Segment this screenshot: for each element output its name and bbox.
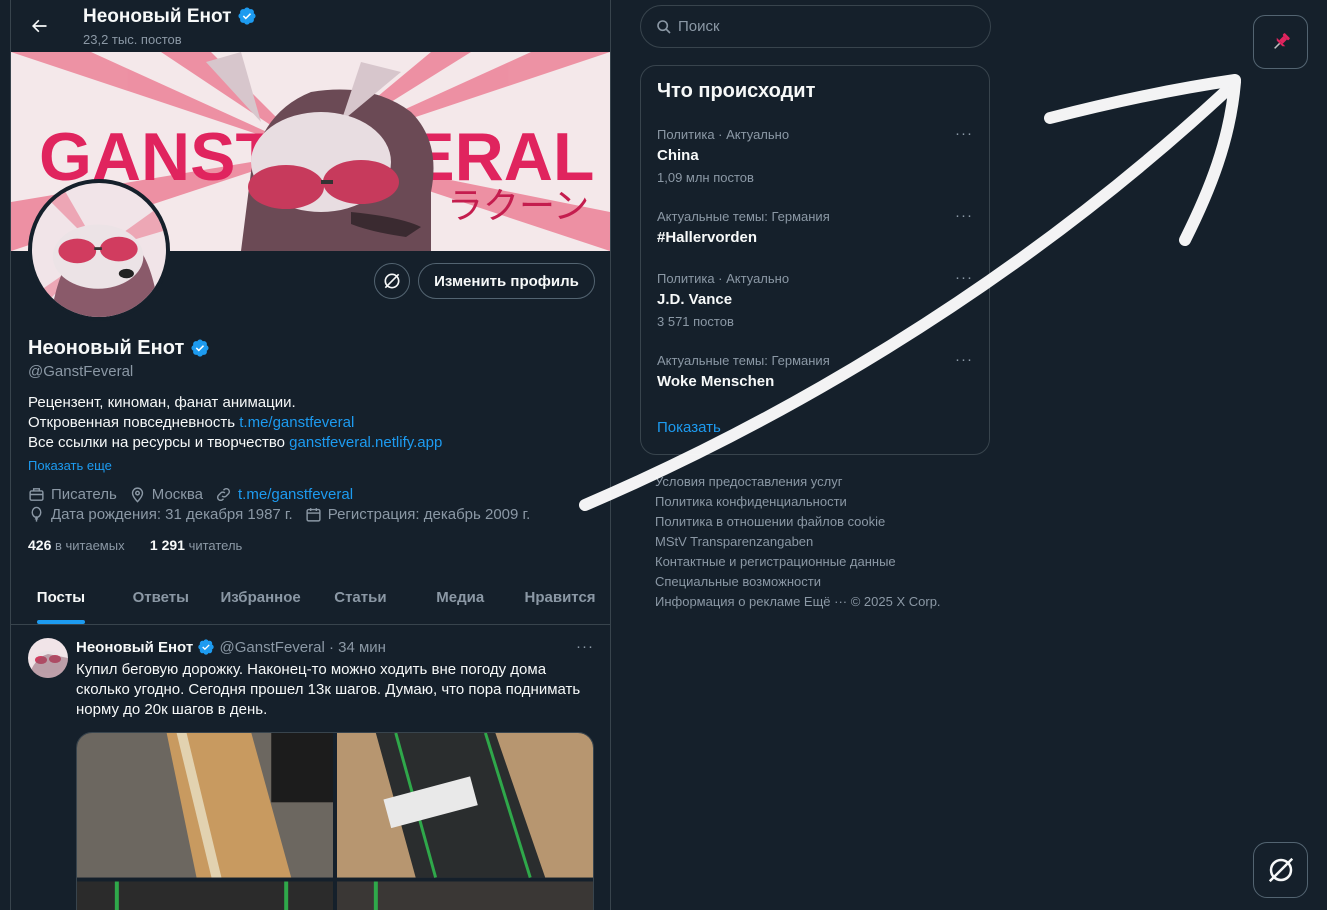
profile-meta-row: Писатель Москва t.me/ganstfeveral (28, 486, 365, 503)
post-time[interactable]: · 34 мин (329, 639, 386, 656)
pushpin-icon (1273, 33, 1290, 49)
verified-badge-icon (197, 638, 215, 656)
post-more-button[interactable]: ··· (576, 638, 594, 655)
verified-badge-icon (190, 338, 210, 358)
post-text-line: норму до 20к шагов в день. (76, 701, 268, 718)
trend-more-button[interactable]: ··· (955, 125, 973, 142)
trend-more-button[interactable]: ··· (955, 269, 973, 286)
post-text-line: сколько угодно. Сегодня прошел 13к шагов… (76, 681, 581, 698)
profile-header: Неоновый Енот 23,2 тыс. постов (11, 0, 610, 52)
calendar-icon (306, 508, 321, 522)
bio-line: Все ссылки на ресурсы и творчество ganst… (28, 434, 443, 451)
tab-media[interactable]: Медиа (410, 571, 510, 624)
post-photo-3[interactable] (77, 881, 334, 910)
grok-button[interactable] (374, 263, 410, 299)
profile-handle: @GanstFeveral (28, 363, 134, 380)
balloon-icon (31, 506, 42, 522)
footer-link-accessibility[interactable]: Специальные возможности (655, 574, 821, 589)
footer-link-mstv[interactable]: MStV Transparenzangaben (655, 534, 813, 549)
verified-badge-icon (237, 6, 257, 26)
back-button[interactable] (25, 12, 53, 40)
trend-more-button[interactable]: ··· (955, 207, 973, 224)
footer-link-terms[interactable]: Условия предоставления услуг (655, 474, 842, 489)
following-link[interactable]: 426 в читаемых (28, 537, 125, 553)
post-header: Неоновый Енот @GanstFeveral · 34 мин (76, 638, 386, 656)
tab-articles[interactable]: Статьи (310, 571, 410, 624)
search-box[interactable] (640, 5, 991, 48)
pin-button[interactable] (1253, 15, 1308, 69)
bio-line: Откровенная повседневность t.me/ganstfev… (28, 414, 355, 431)
footer-link-cookies[interactable]: Политика в отношении файлов cookie (655, 514, 885, 529)
profile-column: Неоновый Енот 23,2 тыс. постов GANSTFEVE… (10, 0, 611, 910)
post-text-line: Купил беговую дорожку. Наконец-то можно … (76, 661, 547, 678)
footer-link-imprint[interactable]: Контактные и регистрационные данные (655, 554, 896, 569)
profile-name: Неоновый Енот (28, 337, 210, 360)
header-name: Неоновый Енот (83, 6, 257, 28)
trends-title: Что происходит (657, 80, 816, 102)
grok-floating-button[interactable] (1253, 842, 1308, 898)
profile-avatar[interactable] (28, 179, 170, 321)
search-icon (657, 19, 671, 34)
trends-panel: Что происходит Политика · Актуально Chin… (640, 65, 990, 455)
post-photo-4[interactable] (336, 881, 593, 910)
trend-more-button[interactable]: ··· (955, 351, 973, 368)
trends-show-more-link[interactable]: Показать (657, 419, 721, 436)
location-item: Москва (129, 486, 203, 503)
avatar-image (32, 183, 166, 317)
follow-stats: 426 в читаемых 1 291 читатель (28, 537, 242, 553)
header-posts-count: 23,2 тыс. постов (83, 32, 182, 47)
banner-jp-text: ラクーン (447, 186, 589, 227)
website-item[interactable]: t.me/ganstfeveral (215, 486, 353, 503)
bio-line: Рецензент, киноман, фанат анимации. (28, 394, 296, 411)
profile-meta-row: Дата рождения: 31 декабря 1987 г. Регист… (28, 506, 542, 523)
grok-icon (1268, 857, 1293, 883)
footer-link-ads-info[interactable]: Информация о рекламе Ещё ··· © 2025 X Co… (655, 594, 941, 609)
show-more-link[interactable]: Показать еще (28, 458, 112, 473)
grok-icon (384, 273, 400, 289)
bio-link-website[interactable]: ganstfeveral.netlify.app (289, 434, 442, 451)
profile-tabs: Посты Ответы Избранное Статьи Медиа Нрав… (11, 571, 610, 625)
post-media-grid[interactable] (76, 732, 594, 910)
joined-item: Регистрация: декабрь 2009 г. (305, 506, 530, 523)
tab-replies[interactable]: Ответы (111, 571, 211, 624)
tab-posts[interactable]: Посты (11, 571, 111, 624)
post-avatar[interactable] (28, 638, 68, 678)
post-author[interactable]: Неоновый Енот (76, 639, 193, 656)
birthday-item: Дата рождения: 31 декабря 1987 г. (28, 506, 293, 523)
profession-item: Писатель (28, 486, 117, 503)
followers-link[interactable]: 1 291 читатель (150, 537, 242, 553)
post-photo-2[interactable] (336, 733, 593, 878)
post-handle[interactable]: @GanstFeveral (220, 639, 325, 656)
post-photo-1[interactable] (77, 733, 334, 878)
briefcase-icon (29, 488, 44, 501)
tab-highlights[interactable]: Избранное (211, 571, 311, 624)
location-pin-icon (131, 487, 143, 503)
avatar-image (28, 638, 68, 678)
link-icon (216, 487, 231, 502)
edit-profile-button[interactable]: Изменить профиль (418, 263, 595, 299)
search-input[interactable] (678, 18, 968, 35)
arrow-left-icon (32, 19, 47, 33)
tab-likes[interactable]: Нравится (510, 571, 610, 624)
footer-link-privacy[interactable]: Политика конфиденциальности (655, 494, 847, 509)
bio-link-telegram[interactable]: t.me/ganstfeveral (239, 414, 354, 431)
